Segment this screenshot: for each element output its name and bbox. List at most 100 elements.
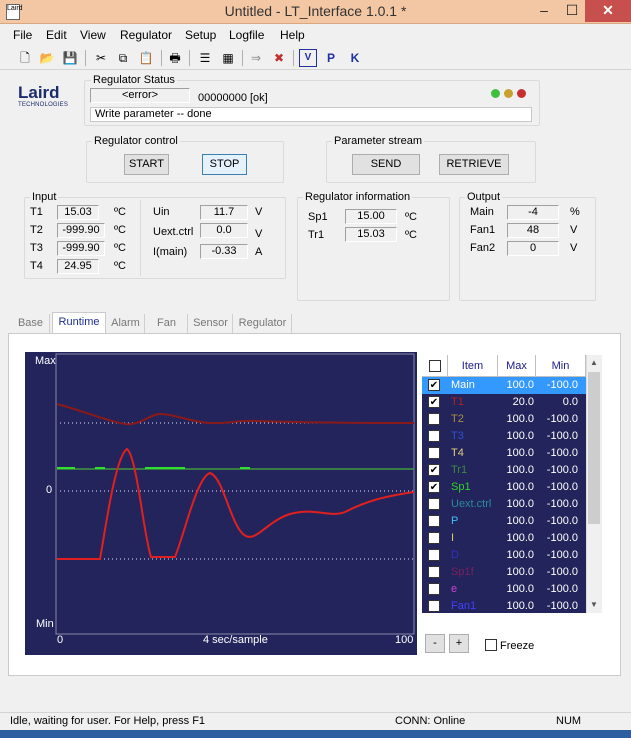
series-checkbox[interactable]	[428, 549, 440, 561]
connect-icon[interactable]: ⇒	[247, 49, 265, 67]
open-icon[interactable]: 📂	[38, 49, 56, 67]
list-item[interactable]: Uext.ctrl 100.0 -100.0	[422, 496, 586, 513]
series-checkbox[interactable]	[428, 413, 440, 425]
header-item[interactable]: Item	[448, 355, 498, 377]
series-checkbox[interactable]	[428, 498, 440, 510]
tab-regulator[interactable]: Regulator	[234, 314, 292, 333]
disconnect-icon[interactable]: ✖	[270, 49, 288, 67]
list-item[interactable]: ✔ Sp1 100.0 -100.0	[422, 479, 586, 496]
tab-fan[interactable]: Fan	[146, 314, 188, 333]
list-item[interactable]: Sp1f 100.0 -100.0	[422, 564, 586, 581]
series-min[interactable]: -100.0	[540, 583, 578, 595]
tab-base[interactable]: Base	[12, 314, 50, 333]
series-min[interactable]: -100.0	[540, 566, 578, 578]
scroll-up-icon[interactable]: ▲	[586, 356, 602, 370]
menu-regulator[interactable]: Regulator	[120, 28, 172, 42]
send-button[interactable]: SEND	[352, 154, 420, 175]
series-checkbox[interactable]: ✔	[428, 379, 440, 391]
tab-sensor[interactable]: Sensor	[189, 314, 233, 333]
series-checkbox[interactable]	[428, 600, 440, 612]
series-min[interactable]: -100.0	[540, 379, 578, 391]
series-min[interactable]: -100.0	[540, 447, 578, 459]
cut-icon[interactable]: ✂	[92, 49, 110, 67]
series-max[interactable]: 100.0	[502, 379, 534, 391]
series-max[interactable]: 100.0	[502, 481, 534, 493]
scroll-thumb[interactable]	[588, 372, 600, 524]
list-item[interactable]: ✔ Main 100.0 -100.0	[422, 377, 586, 394]
p-icon[interactable]: P	[322, 49, 340, 67]
freeze-checkbox[interactable]	[485, 639, 497, 651]
retrieve-button[interactable]: RETRIEVE	[439, 154, 509, 175]
paste-icon[interactable]: 📋	[137, 49, 155, 67]
series-min[interactable]: 0.0	[540, 396, 578, 408]
zoom-in-button[interactable]: +	[449, 634, 469, 653]
series-min[interactable]: -100.0	[540, 532, 578, 544]
list-item[interactable]: ✔ T1 20.0 0.0	[422, 394, 586, 411]
menu-file[interactable]: File	[13, 28, 32, 42]
series-min[interactable]: -100.0	[540, 464, 578, 476]
menu-view[interactable]: View	[80, 28, 106, 42]
series-max[interactable]: 100.0	[502, 583, 534, 595]
list-item[interactable]: e 100.0 -100.0	[422, 581, 586, 598]
series-checkbox[interactable]	[428, 430, 440, 442]
series-checkbox[interactable]	[428, 532, 440, 544]
series-checkbox[interactable]: ✔	[428, 464, 440, 476]
tab-runtime[interactable]: Runtime	[52, 312, 106, 333]
list-item[interactable]: D 100.0 -100.0	[422, 547, 586, 564]
header-check-column[interactable]	[422, 355, 448, 377]
series-max[interactable]: 100.0	[502, 430, 534, 442]
series-checkbox[interactable]: ✔	[428, 481, 440, 493]
series-max[interactable]: 100.0	[502, 600, 534, 612]
series-min[interactable]: -100.0	[540, 481, 578, 493]
maximize-button[interactable]: ☐	[560, 0, 584, 22]
series-checkbox[interactable]	[428, 566, 440, 578]
zoom-out-button[interactable]: -	[425, 634, 445, 653]
copy-icon[interactable]: ⧉	[114, 49, 132, 67]
tab-alarm[interactable]: Alarm	[107, 314, 145, 333]
series-max[interactable]: 20.0	[502, 396, 534, 408]
series-min[interactable]: -100.0	[540, 498, 578, 510]
series-max[interactable]: 100.0	[502, 498, 534, 510]
list-item[interactable]: T2 100.0 -100.0	[422, 411, 586, 428]
header-max[interactable]: Max	[498, 355, 536, 377]
series-checkbox[interactable]: ✔	[428, 396, 440, 408]
series-min[interactable]: -100.0	[540, 600, 578, 612]
start-button[interactable]: START	[124, 154, 169, 175]
series-min[interactable]: -100.0	[540, 430, 578, 442]
header-min[interactable]: Min	[536, 355, 586, 377]
select-all-checkbox[interactable]	[429, 360, 441, 372]
list-item[interactable]: T3 100.0 -100.0	[422, 428, 586, 445]
series-min[interactable]: -100.0	[540, 549, 578, 561]
series-max[interactable]: 100.0	[502, 447, 534, 459]
series-min[interactable]: -100.0	[540, 515, 578, 527]
scroll-down-icon[interactable]: ▼	[586, 598, 602, 612]
series-checkbox[interactable]	[428, 583, 440, 595]
menu-logfile[interactable]: Logfile	[229, 28, 264, 42]
list-item[interactable]: I 100.0 -100.0	[422, 530, 586, 547]
list-item[interactable]: P 100.0 -100.0	[422, 513, 586, 530]
list-icon[interactable]: ☰	[196, 49, 214, 67]
k-icon[interactable]: K	[346, 49, 364, 67]
new-icon[interactable]: 🗋	[16, 49, 34, 67]
series-min[interactable]: -100.0	[540, 413, 578, 425]
save-icon[interactable]: 💾	[61, 49, 79, 67]
menu-help[interactable]: Help	[280, 28, 305, 42]
list-item[interactable]: T4 100.0 -100.0	[422, 445, 586, 462]
series-max[interactable]: 100.0	[502, 549, 534, 561]
minimize-button[interactable]: –	[530, 0, 558, 22]
v-icon[interactable]: V	[299, 49, 317, 67]
series-max[interactable]: 100.0	[502, 532, 534, 544]
series-max[interactable]: 100.0	[502, 413, 534, 425]
series-max[interactable]: 100.0	[502, 515, 534, 527]
close-button[interactable]: ✕	[585, 0, 631, 22]
series-max[interactable]: 100.0	[502, 464, 534, 476]
menu-setup[interactable]: Setup	[185, 28, 216, 42]
graph-icon[interactable]: ▦	[219, 49, 237, 67]
menu-edit[interactable]: Edit	[46, 28, 67, 42]
list-item[interactable]: ✔ Tr1 100.0 -100.0	[422, 462, 586, 479]
series-checkbox[interactable]	[428, 447, 440, 459]
series-checkbox[interactable]	[428, 515, 440, 527]
series-max[interactable]: 100.0	[502, 566, 534, 578]
stop-button[interactable]: STOP	[202, 154, 247, 175]
list-item[interactable]: Fan1 100.0 -100.0	[422, 598, 586, 613]
